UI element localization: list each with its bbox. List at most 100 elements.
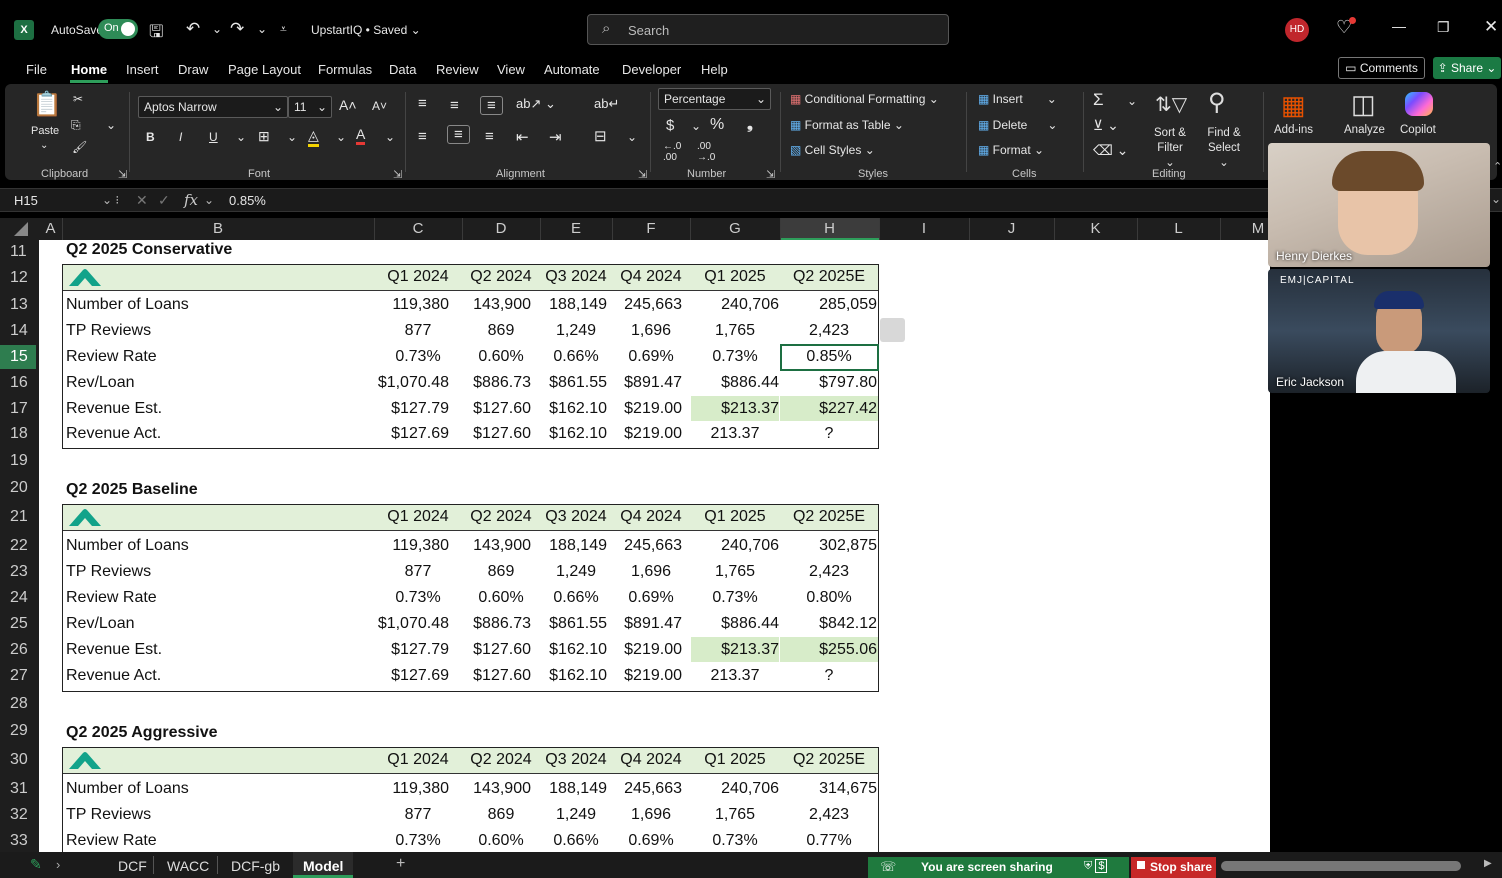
row-header-31[interactable]: 31 [0,777,36,801]
table-row-label[interactable]: Rev/Loan [66,615,135,633]
table-row-label[interactable]: TP Reviews [66,563,151,581]
row-header-23[interactable]: 23 [0,560,36,584]
table-cell[interactable]: $886.44 [679,615,779,633]
align-bottom-icon[interactable]: ≡ [480,96,503,115]
column-header-a[interactable]: A [39,220,62,237]
row-header-13[interactable]: 13 [0,293,36,317]
table-cell[interactable]: 1,696 [607,806,695,824]
ribbon-collapse-icon[interactable]: ⌃ [1493,160,1502,173]
merge-center-icon[interactable]: ⊟ [594,127,607,145]
wrap-text-icon[interactable]: ab↵ [594,96,619,112]
table-row-label[interactable]: Review Rate [66,348,157,366]
align-middle-icon[interactable]: ≡ [450,97,459,114]
table-title[interactable]: Q2 2025 Aggressive [66,724,218,742]
table-column-header[interactable]: Q1 2024 [374,751,462,769]
table-cell[interactable]: 1,696 [607,563,695,581]
table-cell[interactable]: ? [785,425,873,443]
delete-cells-button[interactable]: ▦ Delete ⌄ [978,118,1057,132]
row-header-15[interactable]: 15 [0,345,36,369]
selected-cell-h15[interactable] [780,344,879,371]
table-row-label[interactable]: Number of Loans [66,780,189,798]
find-select-icon[interactable]: ⚲ [1208,88,1226,117]
row-header-28[interactable]: 28 [0,692,36,716]
table-cell[interactable]: 240,706 [679,296,779,314]
name-box[interactable]: H15 [14,193,38,208]
row-header-26[interactable]: 26 [0,638,36,662]
table-cell[interactable]: 1,765 [691,563,779,581]
expand-formula-bar-icon[interactable]: ⌄ [1491,192,1501,206]
column-header-j[interactable]: J [969,220,1054,237]
table-cell[interactable]: 0.73% [374,589,462,607]
row-header-30[interactable]: 30 [0,748,36,772]
table-column-header[interactable]: Q2 2025E [785,751,873,769]
table-column-header[interactable]: Q4 2024 [607,508,695,526]
column-header-l[interactable]: L [1137,220,1220,237]
add-sheet-icon[interactable]: + [396,855,405,873]
row-header-12[interactable]: 12 [0,266,36,290]
next-sheet-icon[interactable]: › [56,857,60,872]
search-input[interactable]: ⌕ Search [587,14,949,45]
table-cell[interactable]: 2,423 [785,563,873,581]
table-cell[interactable]: 1,696 [607,322,695,340]
table-cell[interactable]: $219.00 [582,667,682,685]
sort-filter-button[interactable]: Sort & Filter ⌄ [1151,126,1189,171]
table-column-header[interactable]: Q1 2025 [691,751,779,769]
conditional-formatting-button[interactable]: ▦ Conditional Formatting ⌄ [790,92,939,106]
comma-style-icon[interactable]: ❟ [747,116,753,133]
formula-input[interactable]: 0.85% [229,193,266,208]
paste-icon[interactable]: 📋 [32,90,62,119]
table-cell[interactable]: 2,423 [785,806,873,824]
column-header-d[interactable]: D [462,220,540,237]
fill-color-icon[interactable]: ◬ [308,127,319,147]
copy-dropdown-icon[interactable]: ⌄ [106,118,116,132]
table-cell[interactable]: 877 [374,322,462,340]
column-header-k[interactable]: K [1054,220,1137,237]
sheet-tab-wacc[interactable]: WACC [167,858,209,874]
select-all-icon[interactable] [14,222,28,236]
increase-indent-icon[interactable]: ⇥ [549,128,562,146]
column-header-f[interactable]: F [612,220,690,237]
decrease-font-icon[interactable]: A˅ [372,99,387,113]
undo-icon[interactable]: ↶ [186,19,200,39]
align-right-icon[interactable]: ≡ [485,128,494,145]
table-column-header[interactable]: Q1 2025 [691,508,779,526]
row-header-33[interactable]: 33 [0,829,36,853]
sort-filter-icon[interactable]: ⇅▽ [1155,92,1187,117]
menu-draw[interactable]: Draw [178,62,208,77]
table-cell[interactable]: $227.42 [777,400,877,418]
table-cell[interactable]: 245,663 [582,780,682,798]
table-cell[interactable]: 0.73% [374,832,462,850]
table-cell[interactable]: 877 [374,806,462,824]
font-launcher-icon[interactable]: ⇲ [393,168,402,181]
column-header-e[interactable]: E [540,220,612,237]
column-header-c[interactable]: C [374,220,462,237]
minimize-icon[interactable]: — [1392,18,1406,34]
alignment-launcher-icon[interactable]: ⇲ [638,168,647,181]
number-format-select[interactable]: Percentage ⌄ [658,88,771,110]
edit-mode-icon[interactable]: ✎ [30,856,42,873]
table-cell[interactable]: $255.06 [777,641,877,659]
stop-share-button[interactable]: Stop share [1131,857,1216,878]
table-cell[interactable]: $797.80 [777,374,877,392]
row-header-11[interactable]: 11 [0,240,36,264]
table-row-label[interactable]: Revenue Act. [66,667,161,685]
close-icon[interactable]: ✕ [1484,17,1498,37]
table-cell[interactable]: 314,675 [777,780,877,798]
row-header-32[interactable]: 32 [0,803,36,827]
font-color-icon[interactable]: A [356,126,366,145]
table-row-label[interactable]: Revenue Act. [66,425,161,443]
table-row-label[interactable]: Review Rate [66,589,157,607]
clear-icon[interactable]: ⌫ ⌄ [1093,142,1128,159]
menu-review[interactable]: Review [436,62,479,77]
percent-icon[interactable]: % [710,116,724,134]
cancel-entry-icon[interactable]: ✕ [136,192,148,209]
row-header-22[interactable]: 22 [0,534,36,558]
share-button[interactable]: ⇪ Share ⌄ [1433,57,1501,79]
save-icon[interactable]: 🖫 [149,19,163,48]
font-color-dropdown-icon[interactable]: ⌄ [385,130,395,144]
table-column-header[interactable]: Q1 2024 [374,268,462,286]
column-header-g[interactable]: G [690,220,780,237]
table-cell[interactable]: $886.44 [679,374,779,392]
table-row-label[interactable]: Revenue Est. [66,400,162,418]
row-header-25[interactable]: 25 [0,612,36,636]
